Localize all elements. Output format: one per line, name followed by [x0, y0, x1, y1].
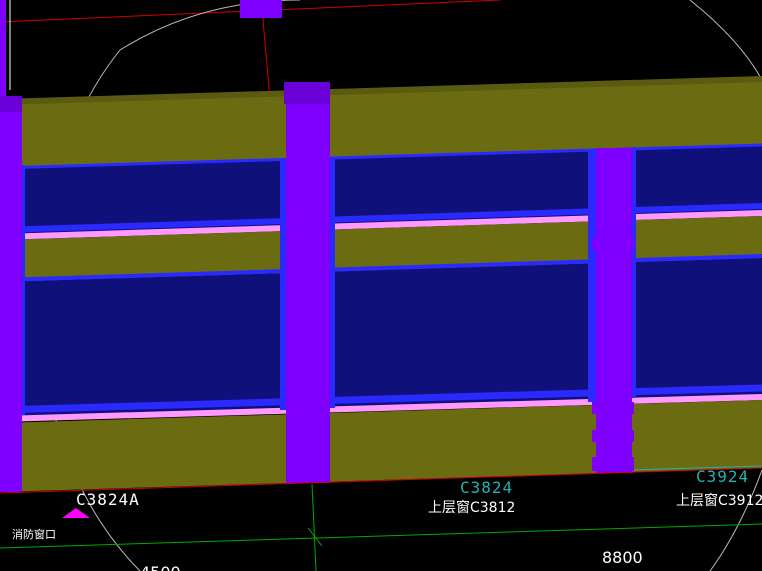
label-c3824: C3824 — [460, 478, 513, 497]
column-left-top — [0, 0, 6, 96]
mullion-c2-left — [588, 150, 596, 402]
dimension-right-value: 8800 — [602, 548, 643, 567]
column-right-notch-4 — [592, 457, 634, 471]
label-upper-c3912: 上层窗C3912 — [676, 492, 762, 509]
fire-window-note: 消防窗口 — [12, 527, 56, 541]
column-right-notch-3 — [592, 430, 634, 442]
label-c3924: C3924 — [696, 467, 749, 486]
dimension-left-value: 4500 — [140, 563, 181, 571]
column-center-cap — [284, 82, 330, 104]
column-right-notch-2 — [592, 402, 634, 414]
column-right — [596, 148, 632, 473]
cad-3d-viewport[interactable]: C3824A C3824 C3924 上层窗C3812 上层窗C3912 消防窗… — [0, 0, 762, 571]
column-top-fragment — [240, 0, 282, 18]
column-left-cap — [0, 96, 22, 112]
label-upper-c3812: 上层窗C3812 — [428, 499, 515, 516]
label-c3824a: C3824A — [76, 490, 140, 509]
column-right-notch-1 — [592, 238, 634, 250]
column-center — [286, 100, 330, 483]
mullion-c1-left — [280, 160, 286, 410]
column-left — [0, 108, 22, 492]
